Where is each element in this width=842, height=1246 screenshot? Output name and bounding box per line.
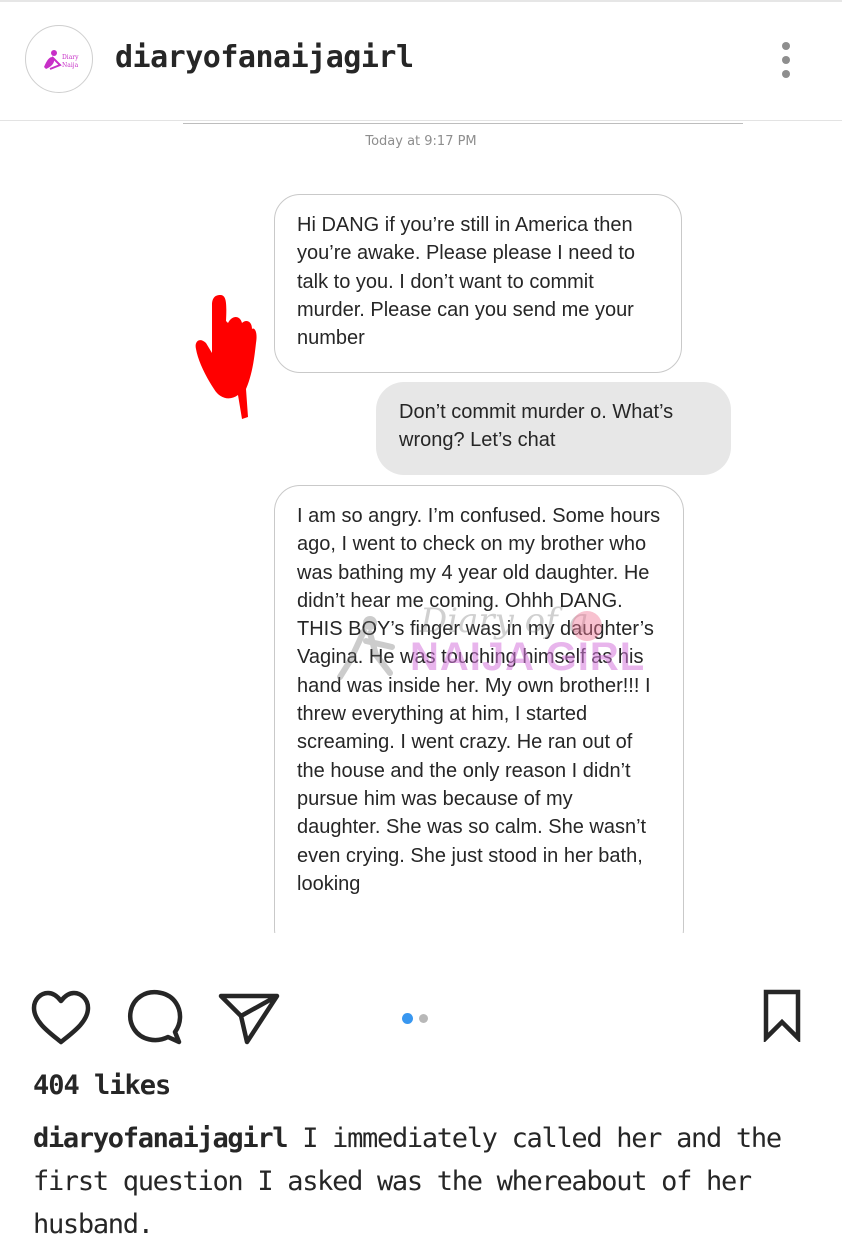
post-caption: diaryofanaijagirl I immediately called h… — [33, 1117, 833, 1246]
watermark-title: NAIJA GIRL — [410, 635, 646, 679]
message-timestamp: Today at 9:17 PM — [365, 134, 477, 149]
carousel-indicator — [402, 1008, 434, 1024]
post-header: Diary Naija diaryofanaijagirl — [0, 0, 842, 121]
message-bubble-incoming: Hi DANG if you’re still in America then … — [274, 194, 682, 373]
likes-count[interactable]: 404 likes — [33, 1070, 171, 1101]
heart-icon[interactable] — [30, 990, 92, 1046]
caption-username[interactable]: diaryofanaijagirl — [33, 1123, 289, 1154]
more-options-icon[interactable] — [772, 40, 800, 80]
brand-logo-icon: Diary Naija — [44, 50, 79, 70]
carousel-dot — [419, 1014, 428, 1023]
post-image[interactable]: Today at 9:17 PM Hi DANG if you’re still… — [0, 121, 842, 933]
message-bubble-incoming: I am so angry. I’m confused. Some hours … — [274, 485, 684, 933]
svg-text:Naija: Naija — [62, 62, 79, 69]
watermark-figure-icon — [337, 616, 395, 680]
carousel-dot-active — [402, 1013, 413, 1024]
send-icon[interactable] — [217, 990, 281, 1046]
svg-text:Diary: Diary — [62, 54, 79, 61]
bookmark-icon[interactable] — [762, 988, 802, 1042]
message-bubble-outgoing: Don’t commit murder o. What’s wrong? Let… — [376, 382, 731, 475]
avatar[interactable]: Diary Naija — [25, 25, 93, 93]
watermark: Diary of a NAIJA GIRL — [330, 601, 690, 691]
divider — [183, 123, 743, 124]
comment-icon[interactable] — [125, 988, 185, 1048]
username[interactable]: diaryofanaijagirl — [115, 40, 414, 75]
red-pointing-hand-icon — [195, 295, 257, 419]
